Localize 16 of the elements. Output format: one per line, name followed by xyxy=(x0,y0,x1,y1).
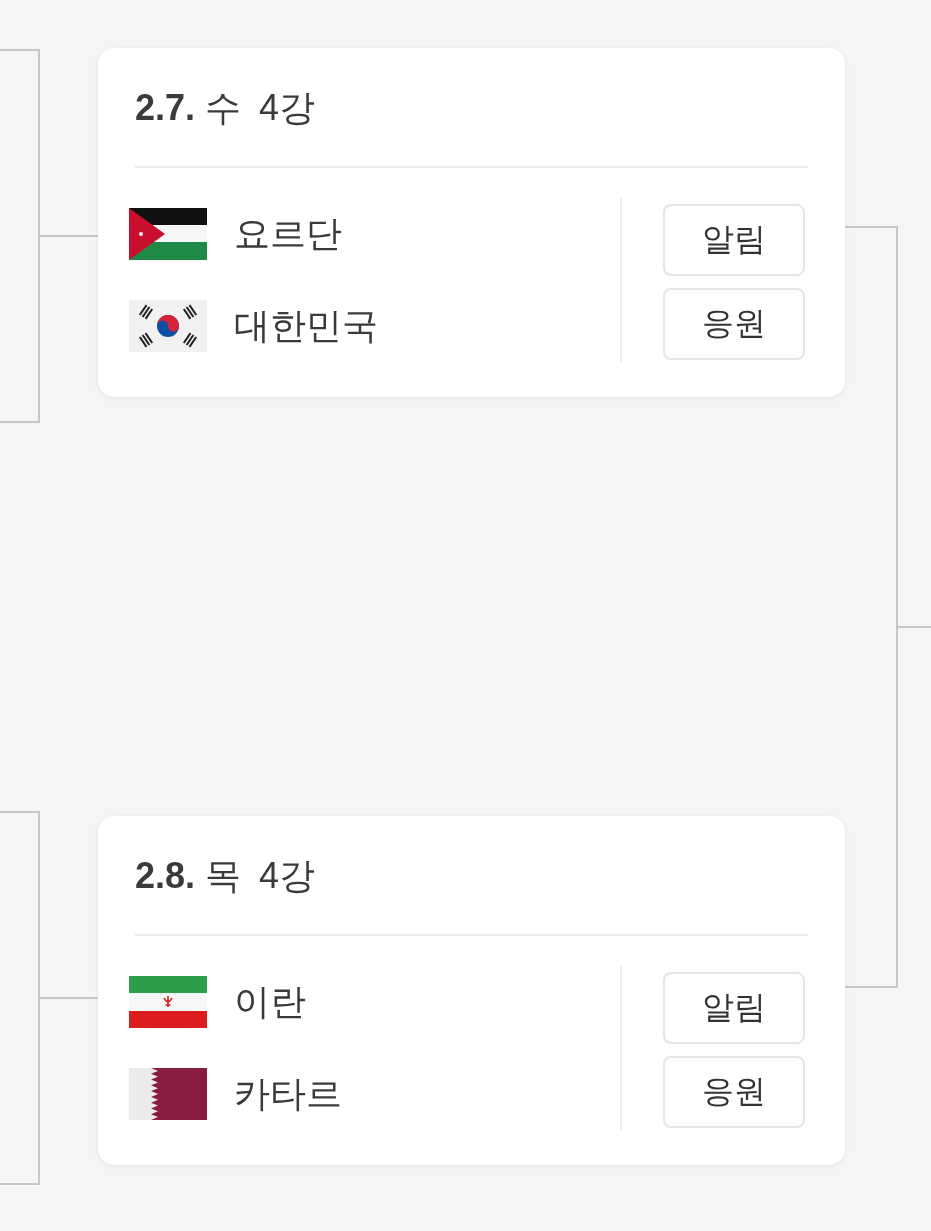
jordan-flag-icon xyxy=(129,208,207,260)
qatar-flag-icon xyxy=(129,1068,207,1120)
action-button[interactable]: 응원 xyxy=(663,1056,805,1128)
match-date: 2.7. 수 xyxy=(135,85,242,130)
korea-flag-icon xyxy=(129,300,207,352)
team-name: 카타르 xyxy=(234,1071,342,1116)
match-round: 4강 xyxy=(259,85,316,130)
team-name: 요르단 xyxy=(234,211,342,256)
team-name: 대한민국 xyxy=(234,303,378,348)
match-round: 4강 xyxy=(259,853,316,898)
match-date: 2.8. 목 xyxy=(135,853,242,898)
team-name: 이란 xyxy=(234,979,306,1024)
action-button[interactable]: 응원 xyxy=(663,288,805,360)
action-button[interactable]: 알림 xyxy=(663,204,805,276)
iran-flag-icon xyxy=(129,976,207,1028)
action-button[interactable]: 알림 xyxy=(663,972,805,1044)
